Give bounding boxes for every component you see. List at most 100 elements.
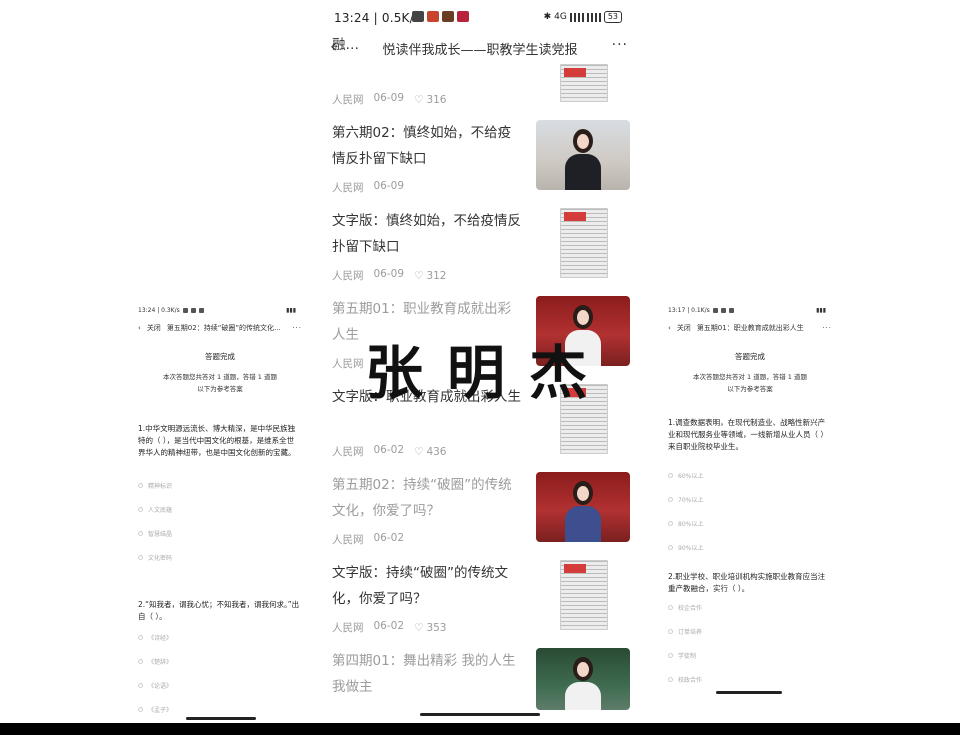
option-label: 《诗经》: [148, 634, 173, 642]
item-meta: 人民网 06-09 ♡ 316: [332, 92, 446, 107]
app-icon: [198, 308, 204, 313]
option[interactable]: 80%以上: [668, 511, 828, 535]
question-1: 1.中华文明源远流长、博大精深，是中华民族独特的（ ），是当代中国文化的根基，是…: [138, 424, 296, 457]
result-heading: 答题完成: [735, 352, 765, 361]
option-label: 精神标识: [148, 482, 173, 490]
list-item[interactable]: 融… 人民网 06-09 ♡ 316: [322, 32, 638, 120]
option-label: 校企合作: [678, 604, 703, 612]
overlay-name: 张明杰: [365, 339, 612, 407]
list-item[interactable]: 文字版：慎终如始，不给疫情反扑留下缺口 人民网 06-09 ♡ 312: [322, 208, 638, 296]
item-meta: 人民网: [332, 356, 364, 371]
question-2: 2.职业学校、职业培训机构实施职业教育应当注重产教融合，实行（ ）。: [668, 572, 826, 593]
radio-icon: [668, 604, 673, 610]
option-label: 60%以上: [678, 472, 704, 480]
back-icon[interactable]: ‹: [668, 324, 671, 332]
notification-icons: [412, 11, 469, 22]
option[interactable]: 校企合作: [668, 595, 828, 619]
status-time: 13:17 | 0.1K/s: [668, 307, 710, 314]
item-title: 第六期02：慎终如始，不给疫情反扑留下缺口: [332, 125, 512, 167]
home-indicator[interactable]: [420, 713, 540, 716]
option[interactable]: 人文底蕴: [138, 497, 298, 521]
battery-icon: 53: [603, 11, 622, 23]
radio-icon: [668, 628, 673, 634]
list-item[interactable]: 第四期01：舞出精彩 我的人生我做主: [322, 648, 638, 723]
item-meta: 人民网 06-02 ♡ 353: [332, 620, 446, 635]
summary-line: 以下为参考答案: [197, 385, 243, 393]
option-label: 《孟子》: [148, 706, 173, 714]
item-date: 06-02: [373, 444, 405, 456]
radio-icon: [138, 554, 143, 560]
option[interactable]: 《楚辞》: [138, 649, 298, 673]
radio-icon: [138, 706, 143, 712]
newspaper-thumbnail: [560, 208, 608, 278]
question-2-options: 校企合作 订单培养 学徒制 校政合作: [668, 595, 828, 691]
list-item[interactable]: 第六期02：慎终如始，不给疫情反扑留下缺口 人民网 06-09: [322, 120, 638, 208]
close-link[interactable]: 关闭: [147, 323, 161, 333]
bluetooth-icon: ✱: [543, 12, 552, 22]
option[interactable]: 校政合作: [668, 667, 828, 691]
option-label: 《楚辞》: [148, 658, 173, 666]
signal-icon: [586, 12, 601, 22]
item-title: 融…: [332, 37, 359, 53]
option[interactable]: 《论语》: [138, 673, 298, 697]
option[interactable]: 70%以上: [668, 487, 828, 511]
option[interactable]: 学徒制: [668, 643, 828, 667]
newspaper-thumbnail: [560, 64, 608, 102]
item-source: 人民网: [332, 182, 364, 194]
heart-icon: ♡: [414, 621, 424, 634]
question-2-options: 《诗经》 《楚辞》 《论语》 《孟子》: [138, 625, 298, 721]
signal-icon: ▮▮▮: [286, 307, 296, 314]
list-item[interactable]: 文字版：持续“破圈”的传统文化，你爱了吗？ 人民网 06-02 ♡ 353: [322, 560, 638, 648]
option-label: 70%以上: [678, 496, 704, 504]
item-meta: 人民网 06-09: [332, 180, 404, 195]
signal-icon: ▮▮▮: [816, 307, 826, 314]
item-meta: 人民网 06-02: [332, 532, 404, 547]
item-date: 06-09: [373, 180, 405, 192]
option[interactable]: 《诗经》: [138, 625, 298, 649]
list-item[interactable]: 第五期02：持续“破圈”的传统文化，你爱了吗？ 人民网 06-02: [322, 472, 638, 560]
radio-icon: [668, 520, 673, 526]
question-1-options: 精神标识 人文底蕴 智慧结晶 文化密码: [138, 473, 298, 569]
item-title: 文字版：持续“破圈”的传统文化，你爱了吗？: [332, 565, 508, 607]
back-icon[interactable]: ‹: [138, 324, 141, 332]
option-label: 80%以上: [678, 520, 704, 528]
home-indicator[interactable]: [186, 717, 256, 720]
newspaper-thumbnail: [560, 560, 608, 630]
heart-icon: ♡: [414, 445, 424, 458]
item-title: 文字版：慎终如始，不给疫情反扑留下缺口: [332, 213, 521, 255]
option[interactable]: 智慧结晶: [138, 521, 298, 545]
status-time: 13:24 | 0.5K/s: [334, 11, 421, 25]
item-source: 人民网: [332, 446, 364, 458]
video-thumbnail: [536, 648, 630, 710]
option-label: 人文底蕴: [148, 506, 173, 514]
close-link[interactable]: 关闭: [677, 323, 691, 333]
option[interactable]: 文化密码: [138, 545, 298, 569]
item-date: 06-02: [373, 620, 405, 632]
nav-title: 第五期02：持续“破圈”的传统文化...: [166, 324, 281, 332]
question-1: 1.调查数据表明，在现代制造业、战略性新兴产业和现代服务业等领域，一线新增从业人…: [668, 418, 828, 451]
option[interactable]: 60%以上: [668, 463, 828, 487]
radio-icon: [668, 676, 673, 682]
heart-icon: ♡: [414, 93, 424, 106]
more-icon[interactable]: ···: [292, 324, 302, 332]
radio-icon: [138, 506, 143, 512]
result-heading: 答题完成: [205, 352, 235, 361]
option[interactable]: 90%以上: [668, 535, 828, 559]
like-count: ♡ 353: [414, 621, 447, 634]
option[interactable]: 精神标识: [138, 473, 298, 497]
radio-icon: [138, 530, 143, 536]
item-source: 人民网: [332, 534, 364, 546]
home-indicator[interactable]: [716, 691, 782, 694]
app-icon: [190, 308, 196, 313]
item-title: 第四期01：舞出精彩 我的人生我做主: [332, 653, 516, 695]
question-1-options: 60%以上 70%以上 80%以上 90%以上: [668, 463, 828, 559]
radio-icon: [668, 496, 673, 502]
radio-icon: [668, 472, 673, 478]
summary-line: 本次答题您共答对 1 道题，答错 1 道题: [162, 373, 278, 381]
app-icon: [712, 308, 718, 313]
summary-line: 以下为参考答案: [727, 385, 773, 393]
option[interactable]: 订单培养: [668, 619, 828, 643]
more-icon[interactable]: ···: [822, 324, 832, 332]
status-bar: 13:24 | 0.3K/s: [138, 307, 204, 314]
heart-icon: ♡: [414, 269, 424, 282]
